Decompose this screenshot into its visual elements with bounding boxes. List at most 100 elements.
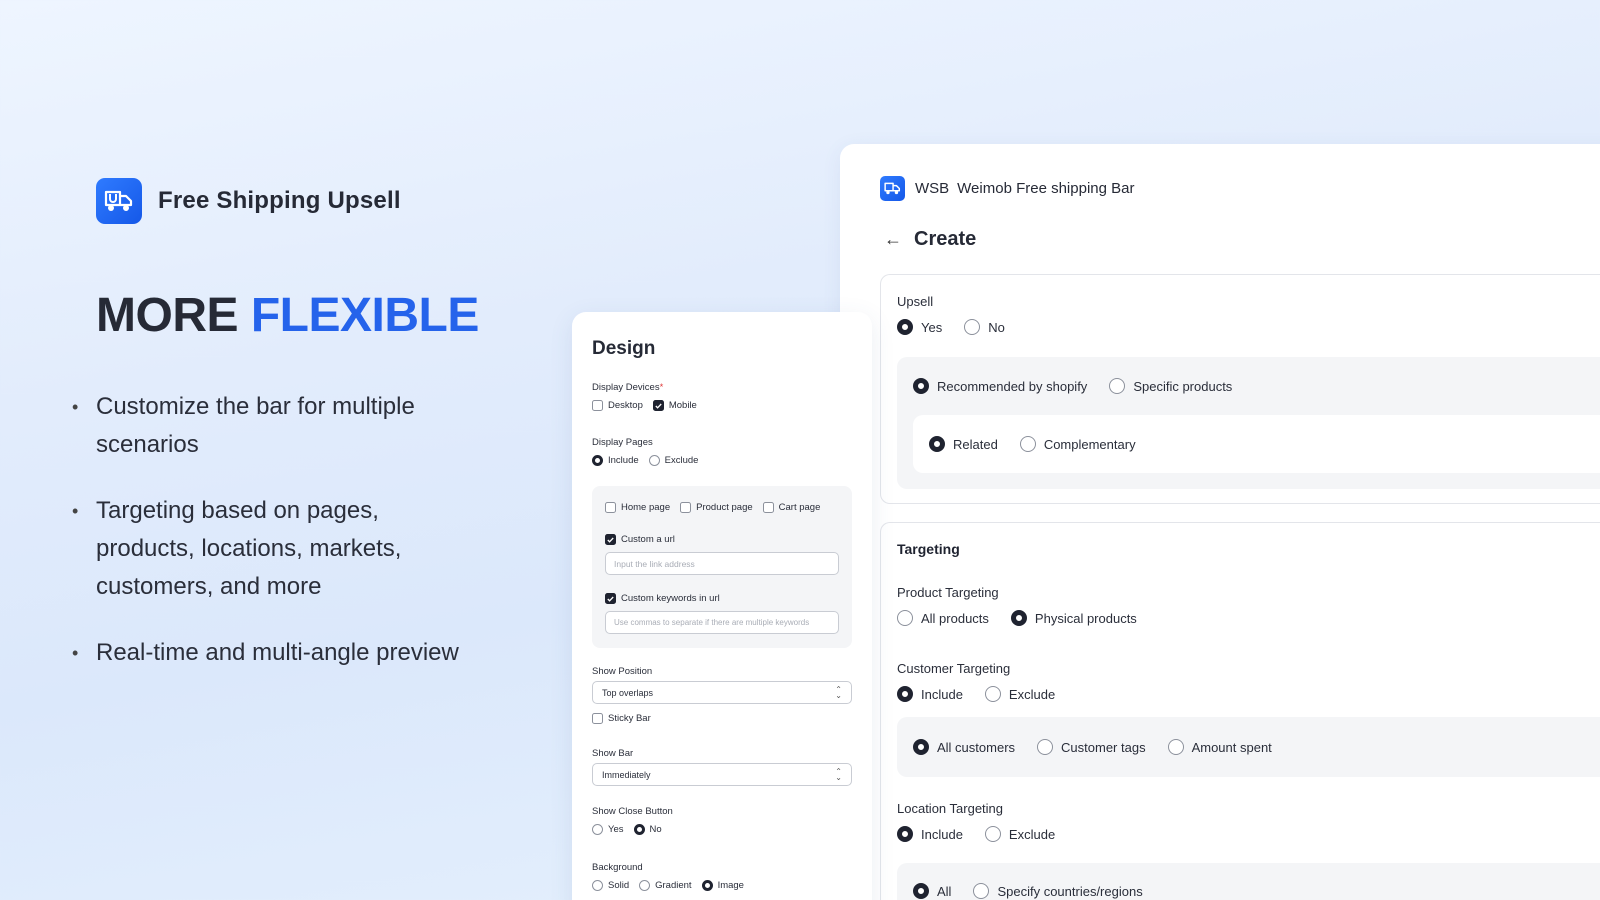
show-position-label: Show Position: [592, 666, 653, 677]
back-arrow-icon[interactable]: ←: [884, 229, 902, 250]
radio-label: All products: [921, 610, 989, 626]
brand-name: Free Shipping Upsell: [158, 187, 401, 214]
radio-label: Exclude: [664, 455, 699, 466]
custom-keywords-checkbox[interactable]: Custom keywords in url: [605, 593, 720, 604]
headline-dark: MORE: [96, 289, 239, 342]
radio-unselected-icon: [897, 610, 913, 626]
radio-selected-icon: [897, 686, 913, 702]
background-radio-group: Solid Gradient Image: [592, 880, 744, 891]
customer-include-radio[interactable]: Include: [897, 686, 963, 702]
all-locations-radio[interactable]: All: [913, 883, 951, 899]
custom-url-input[interactable]: Input the link address: [605, 552, 839, 575]
page-title-text: Create: [914, 228, 977, 250]
radio-unselected-icon: [1167, 739, 1184, 755]
radio-selected-icon: [1010, 610, 1027, 626]
targeting-card: Targeting Product Targeting All products…: [880, 522, 1600, 900]
radio-label: Exclude: [1008, 826, 1056, 842]
specific-products-radio[interactable]: Specific products: [1109, 378, 1232, 394]
complementary-radio[interactable]: Complementary: [1019, 436, 1136, 452]
radio-label: Exclude: [1008, 686, 1056, 702]
radio-selected-icon: [913, 378, 929, 394]
physical-products-radio[interactable]: Physical products: [1010, 610, 1137, 626]
customer-tags-radio[interactable]: Customer tags: [1037, 739, 1146, 755]
radio-selected-icon: [913, 739, 929, 755]
home-page-checkbox[interactable]: Home page: [605, 502, 670, 513]
upsell-source-box: Recommended by shopify Specific products…: [897, 357, 1600, 489]
radio-label: Amount spent: [1191, 739, 1272, 755]
headline: MORE FLEXIBLE: [96, 288, 479, 343]
page-title: ← Create: [884, 228, 976, 251]
specify-countries-radio[interactable]: Specify countries/regions: [973, 883, 1143, 899]
truck-logo-icon: [96, 178, 142, 224]
show-bar-select[interactable]: Immediately ⌃ ⌄: [592, 763, 852, 786]
close-yes-radio[interactable]: Yes: [592, 824, 624, 835]
radio-label: Physical products: [1034, 610, 1137, 626]
select-value: Top overlaps: [602, 687, 654, 698]
headline-blue: FLEXIBLE: [250, 289, 480, 342]
location-exclude-radio[interactable]: Exclude: [984, 826, 1056, 842]
close-no-radio[interactable]: No: [633, 824, 662, 835]
radio-label: No: [649, 824, 662, 835]
checkbox-unchecked-icon: [592, 400, 603, 411]
checkbox-label: Home page: [621, 502, 671, 513]
radio-label: Yes: [608, 824, 624, 835]
radio-selected-icon: [897, 826, 913, 842]
customer-scope-box: All customers Customer tags Amount spent: [897, 717, 1600, 777]
checkbox-label: Mobile: [668, 400, 697, 411]
upsell-type-radio-group: Related Complementary: [929, 436, 1136, 452]
customer-exclude-radio[interactable]: Exclude: [984, 686, 1056, 702]
radio-label: Recommended by shopify: [937, 378, 1088, 394]
related-radio[interactable]: Related: [929, 436, 998, 452]
app-full-name: Weimob Free shipping Bar: [957, 180, 1135, 197]
select-chevron-icon: ⌃ ⌄: [835, 766, 842, 782]
radio-selected-icon: [897, 319, 913, 335]
pages-include-radio[interactable]: Include: [592, 455, 639, 466]
upsell-yes-radio[interactable]: Yes: [897, 319, 942, 335]
checkbox-unchecked-icon: [680, 502, 692, 513]
background-gradient-radio[interactable]: Gradient: [639, 880, 692, 891]
app-header: WSB Weimob Free shipping Bar: [880, 176, 1134, 201]
mobile-checkbox[interactable]: Mobile: [652, 400, 697, 411]
checkbox-unchecked-icon: [762, 502, 774, 513]
show-position-select[interactable]: Top overlaps ⌃ ⌄: [592, 681, 852, 704]
recommended-by-shopify-radio[interactable]: Recommended by shopify: [913, 378, 1087, 394]
all-products-radio[interactable]: All products: [897, 610, 989, 626]
customer-targeting-radio-group: Include Exclude: [897, 686, 1055, 702]
radio-label: Specify countries/regions: [997, 883, 1143, 899]
radio-label: All customers: [937, 739, 1016, 755]
show-bar-label: Show Bar: [592, 748, 634, 759]
custom-keywords-input[interactable]: Use commas to separate if there are mult…: [605, 611, 839, 634]
custom-url-checkbox[interactable]: Custom a url: [605, 534, 675, 545]
radio-unselected-icon: [648, 455, 660, 466]
radio-label: Gradient: [655, 880, 692, 891]
pages-exclude-radio[interactable]: Exclude: [648, 455, 699, 466]
product-page-checkbox[interactable]: Product page: [680, 502, 753, 513]
background-solid-radio[interactable]: Solid: [592, 880, 629, 891]
location-targeting-radio-group: Include Exclude: [897, 826, 1055, 842]
feature-list: Customize the bar for multiple scenarios…: [72, 388, 472, 700]
desktop-checkbox[interactable]: Desktop: [592, 400, 643, 411]
page-type-checkbox-group: Home page Product page Cart page: [605, 502, 820, 513]
sticky-bar-checkbox[interactable]: Sticky Bar: [592, 713, 651, 724]
radio-label: Solid: [608, 880, 630, 891]
checkbox-checked-icon: [652, 400, 664, 411]
display-pages-box: Home page Product page Cart page Custom …: [592, 486, 852, 648]
amount-spent-radio[interactable]: Amount spent: [1167, 739, 1272, 755]
background-image-radio[interactable]: Image: [701, 880, 744, 891]
checkbox-label: Product page: [696, 502, 753, 513]
location-include-radio[interactable]: Include: [897, 826, 963, 842]
product-targeting-label: Product Targeting: [897, 585, 999, 600]
upsell-no-radio[interactable]: No: [964, 319, 1005, 335]
location-scope-radio-group: All Specify countries/regions: [913, 883, 1143, 899]
select-value: Immediately: [602, 769, 651, 780]
display-pages-label: Display Pages: [592, 437, 653, 448]
checkbox-unchecked-icon: [605, 502, 616, 513]
cart-page-checkbox[interactable]: Cart page: [762, 502, 820, 513]
all-customers-radio[interactable]: All customers: [913, 739, 1015, 755]
brand: Free Shipping Upsell: [96, 178, 401, 224]
radio-unselected-icon: [592, 824, 603, 835]
label-text: Display Devices: [592, 382, 660, 393]
upsell-source-radio-group: Recommended by shopify Specific products: [913, 378, 1232, 394]
checkbox-label: Desktop: [608, 400, 643, 411]
display-pages-radio-group: Include Exclude: [592, 455, 698, 466]
